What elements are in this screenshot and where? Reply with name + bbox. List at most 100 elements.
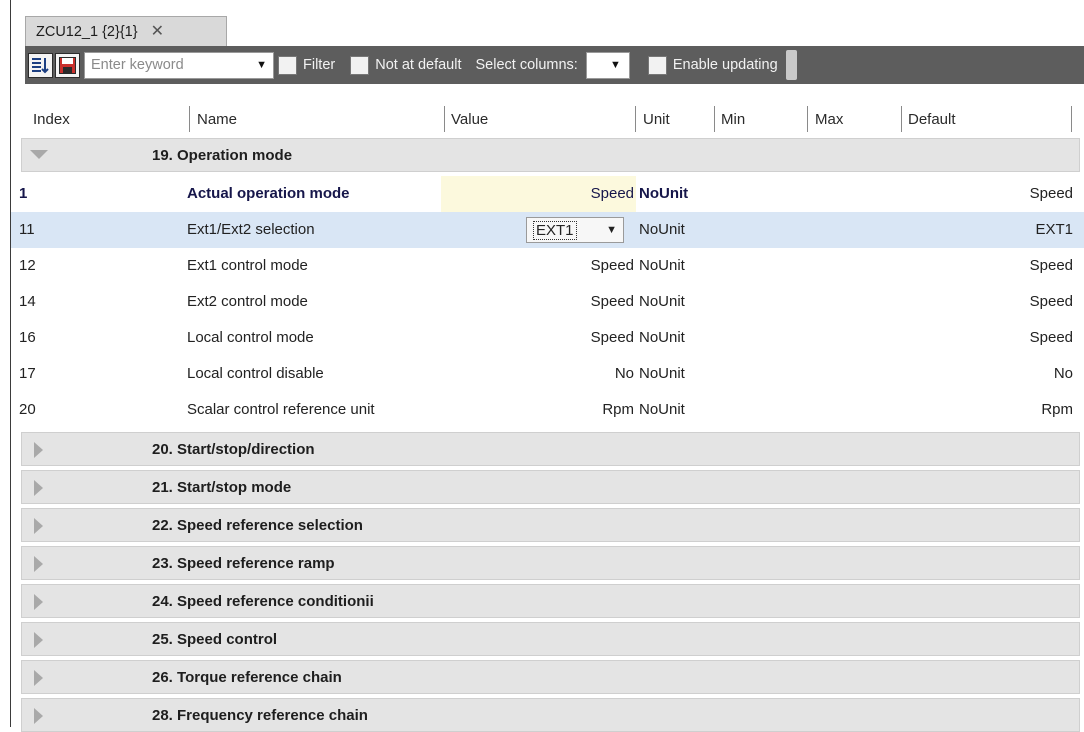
collapse-arrow-icon[interactable] (30, 150, 48, 159)
table-row[interactable]: 16 Local control mode Speed NoUnit Speed (11, 320, 1084, 356)
chevron-down-icon[interactable]: ▼ (606, 224, 617, 236)
row-name: Local control disable (187, 365, 324, 382)
column-header-row: Index Name Value Unit Min Max Default (11, 98, 1084, 138)
dropdown-selected-value: EXT1 (533, 220, 577, 240)
column-divider[interactable] (444, 106, 445, 132)
group-title: 19. Operation mode (152, 146, 293, 164)
close-icon[interactable]: ✕ (151, 23, 164, 40)
group-title: 22. Speed reference selection (152, 516, 363, 534)
row-name: Scalar control reference unit (187, 401, 375, 418)
filter-checkbox[interactable] (278, 55, 297, 75)
filter-toggle[interactable]: Filter (278, 55, 335, 75)
row-default: EXT1 (1035, 221, 1073, 238)
expand-arrow-icon[interactable] (34, 708, 43, 724)
select-columns-label: Select columns: (475, 57, 577, 73)
group-header-collapsed[interactable]: 25. Speed control (21, 622, 1080, 656)
not-at-default-label: Not at default (375, 57, 462, 73)
group-header-collapsed[interactable]: 26. Torque reference chain (21, 660, 1080, 694)
row-index: 20 (19, 401, 36, 418)
col-index[interactable]: Index (33, 108, 70, 132)
group-header-collapsed[interactable]: 22. Speed reference selection (21, 508, 1080, 542)
col-value[interactable]: Value (451, 108, 488, 132)
tab-strip: ZCU12_1 {2}{1} ✕ (11, 0, 1084, 46)
column-divider[interactable] (901, 106, 902, 132)
table-row[interactable]: 20 Scalar control reference unit Rpm NoU… (11, 392, 1084, 428)
group-title: 20. Start/stop/direction (152, 440, 315, 458)
expand-arrow-icon[interactable] (34, 518, 43, 534)
row-name: Ext2 control mode (187, 293, 308, 310)
table-row[interactable]: 11 Ext1/Ext2 selection EXT1 ▼ NoUnit EXT… (11, 212, 1084, 248)
enable-updating-checkbox[interactable] (647, 55, 667, 75)
parameter-window: ZCU12_1 {2}{1} ✕ Enter keyword ▼ Filter … (10, 0, 1084, 732)
expand-arrow-icon[interactable] (34, 594, 43, 610)
save-icon[interactable] (55, 52, 80, 78)
row-index: 1 (19, 185, 28, 202)
row-default: Rpm (1041, 401, 1073, 418)
group-title: 25. Speed control (152, 630, 278, 648)
col-min[interactable]: Min (721, 108, 745, 132)
row-index: 16 (19, 329, 36, 346)
row-default: Speed (1029, 329, 1073, 346)
col-unit[interactable]: Unit (643, 108, 670, 132)
table-row[interactable]: 14 Ext2 control mode Speed NoUnit Speed (11, 284, 1084, 320)
keyword-placeholder: Enter keyword (91, 57, 184, 73)
group-header-expanded[interactable]: 19. Operation mode (21, 138, 1080, 172)
table-row[interactable]: 1 Actual operation mode Speed NoUnit Spe… (11, 176, 1084, 212)
table-row[interactable]: 12 Ext1 control mode Speed NoUnit Speed (11, 248, 1084, 284)
group-title: 23. Speed reference ramp (152, 554, 335, 572)
row-index: 14 (19, 293, 36, 310)
chevron-down-icon: ▼ (609, 59, 621, 71)
value-dropdown[interactable]: EXT1 ▼ (526, 217, 624, 243)
chevron-down-icon[interactable]: ▼ (256, 59, 267, 71)
row-index: 17 (19, 365, 36, 382)
group-title: 26. Torque reference chain (152, 668, 342, 686)
table-row[interactable]: 17 Local control disable No NoUnit No (11, 356, 1084, 392)
tab-zcu12[interactable]: ZCU12_1 {2}{1} ✕ (25, 16, 227, 46)
group-title: 21. Start/stop mode (152, 478, 292, 496)
col-default[interactable]: Default (908, 108, 956, 132)
row-value[interactable]: Speed (591, 248, 634, 284)
expand-arrow-icon[interactable] (34, 632, 43, 648)
tab-title: ZCU12_1 {2}{1} (36, 23, 138, 40)
column-divider[interactable] (714, 106, 715, 132)
row-default: No (1053, 365, 1073, 382)
row-unit: NoUnit (639, 185, 689, 202)
select-columns-text: Select columns: (475, 57, 578, 73)
row-unit: NoUnit (639, 257, 685, 274)
expand-arrow-icon[interactable] (34, 480, 43, 496)
row-value[interactable]: Speed (591, 176, 634, 212)
row-value[interactable]: Speed (591, 320, 634, 356)
column-divider[interactable] (635, 106, 636, 132)
group-header-collapsed[interactable]: 21. Start/stop mode (21, 470, 1080, 504)
sort-icon[interactable] (28, 52, 53, 78)
row-name: Actual operation mode (187, 185, 350, 202)
row-name: Ext1 control mode (187, 257, 308, 274)
expand-arrow-icon[interactable] (34, 670, 43, 686)
group-title: 24. Speed reference conditionii (152, 592, 374, 610)
group-header-collapsed[interactable]: 23. Speed reference ramp (21, 546, 1080, 580)
not-at-default-checkbox[interactable] (350, 55, 370, 75)
column-divider[interactable] (1071, 106, 1072, 132)
toolbar-grip[interactable] (785, 50, 797, 80)
not-at-default-toggle[interactable]: Not at default (350, 55, 462, 75)
keyword-search-input[interactable]: Enter keyword ▼ (84, 51, 274, 79)
toolbar: Enter keyword ▼ Filter Not at default Se… (25, 46, 1084, 84)
group-title: 28. Frequency reference chain (152, 706, 368, 724)
column-divider[interactable] (189, 106, 190, 132)
group-header-collapsed[interactable]: 24. Speed reference conditionii (21, 584, 1080, 618)
row-name: Local control mode (187, 329, 314, 346)
row-value[interactable]: Speed (591, 284, 634, 320)
row-index: 12 (19, 257, 36, 274)
select-columns-dropdown[interactable]: ▼ (585, 51, 630, 79)
enable-updating-toggle[interactable]: Enable updating (647, 55, 778, 75)
col-name[interactable]: Name (197, 108, 237, 132)
row-value[interactable]: No (615, 356, 634, 392)
col-max[interactable]: Max (815, 108, 843, 132)
expand-arrow-icon[interactable] (34, 556, 43, 572)
row-unit: NoUnit (639, 401, 685, 418)
column-divider[interactable] (807, 106, 808, 132)
group-header-collapsed[interactable]: 20. Start/stop/direction (21, 432, 1080, 466)
row-value[interactable]: Rpm (602, 392, 634, 428)
row-name: Ext1/Ext2 selection (187, 221, 315, 238)
expand-arrow-icon[interactable] (34, 442, 43, 458)
